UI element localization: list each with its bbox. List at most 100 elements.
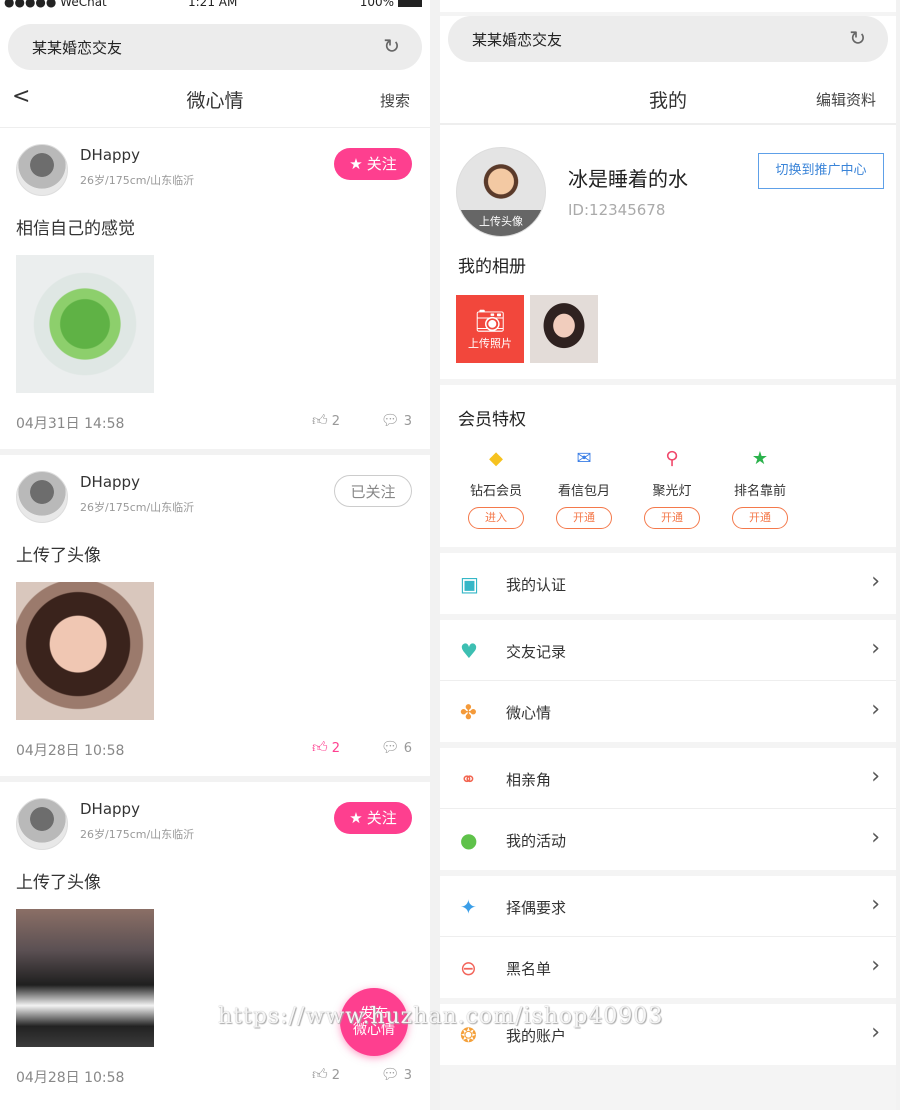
profile-id: ID:12345678 <box>568 201 666 219</box>
status-bar: ●●●●● WeChat 1:21 AM 100% <box>0 0 430 12</box>
avatar[interactable] <box>16 798 68 850</box>
thumbs-up-icon: 👍︎ <box>312 738 328 756</box>
post-time: 04月28日 10:58 <box>16 1070 125 1086</box>
like-button[interactable]: 👍︎ 2 <box>312 738 340 757</box>
upload-photo-label: 上传照片 <box>468 337 512 350</box>
comment-button[interactable]: 💬︎ 6 <box>381 738 412 756</box>
menu-item-moments[interactable]: ✤ 微心情 › <box>440 681 896 742</box>
profile-name: 冰是睡着的水 <box>568 167 688 191</box>
menu-item-matchmaking[interactable]: ⚭ 相亲角 › <box>440 748 896 809</box>
follow-button[interactable]: ★ 关注 <box>334 148 412 180</box>
post-footer: 04月31日 14:58 👍︎ 2 💬︎ 3 <box>16 393 414 449</box>
refresh-icon[interactable]: ↻ <box>849 26 866 50</box>
album-section: 我的相册 📷︎ 上传照片 <box>440 248 896 379</box>
couple-icon: ⚭ <box>460 767 477 791</box>
chevron-right-icon: › <box>871 569 880 594</box>
post-footer: 04月28日 10:58 👍︎ 2 💬︎ 3 <box>16 1047 414 1103</box>
thumbs-up-icon: 👍︎ <box>312 411 328 429</box>
avatar[interactable] <box>16 471 68 523</box>
refresh-icon[interactable]: ↻ <box>383 34 400 58</box>
menu-group: ✦ 择偶要求 › ⊖ 黑名单 › <box>440 876 896 998</box>
comment-button[interactable]: 💬︎ 3 <box>381 411 412 429</box>
post-username[interactable]: DHappy <box>80 800 140 818</box>
blocked-user-icon: ⊖ <box>460 956 477 980</box>
mail-icon: ✉ <box>576 448 592 469</box>
comment-count: 3 <box>403 414 412 429</box>
menu-item-activities[interactable]: ● 我的活动 › <box>440 809 896 870</box>
menu-label: 我的活动 <box>506 832 567 850</box>
menu-item-friend-records[interactable]: ♥ 交友记录 › <box>440 620 896 681</box>
like-button[interactable]: 👍︎ 2 <box>312 1065 340 1084</box>
post-user-meta: 26岁/175cm/山东临沂 <box>80 174 195 187</box>
album-photo[interactable] <box>530 295 598 363</box>
menu-item-blacklist[interactable]: ⊖ 黑名单 › <box>440 937 896 998</box>
battery-icon <box>398 0 422 7</box>
nav-bar: < 微心情 搜索 <box>0 70 430 128</box>
menu-label: 择偶要求 <box>506 899 567 917</box>
star-icon: ★ <box>751 448 769 469</box>
edit-profile-button[interactable]: 编辑资料 <box>816 89 876 110</box>
menu-item-preferences[interactable]: ✦ 择偶要求 › <box>440 876 896 937</box>
pinwheel-icon: ✤ <box>460 700 477 724</box>
upload-photo-button[interactable]: 📷︎ 上传照片 <box>456 295 524 363</box>
chevron-right-icon: › <box>871 825 880 850</box>
comment-count: 3 <box>403 1068 412 1083</box>
follow-label: 关注 <box>366 155 397 173</box>
thumbs-up-icon: 👍︎ <box>312 1065 328 1083</box>
post-time: 04月31日 14:58 <box>16 416 125 432</box>
chevron-right-icon: › <box>871 953 880 978</box>
vip-item-mail[interactable]: ✉ 看信包月 开通 <box>540 448 628 529</box>
comment-button[interactable]: 💬︎ 3 <box>381 1065 412 1083</box>
like-count: 2 <box>331 741 340 756</box>
post-image[interactable] <box>16 582 154 720</box>
vip-item-rank[interactable]: ★ 排名靠前 开通 <box>716 448 804 529</box>
address-wrap: 某某婚恋交友 ↻ <box>440 16 896 72</box>
menu-item-verification[interactable]: ▣ 我的认证 › <box>440 553 896 614</box>
id-card-icon: ▣ <box>460 572 479 596</box>
search-button[interactable]: 搜索 <box>380 90 410 111</box>
avatar[interactable] <box>16 144 68 196</box>
following-button[interactable]: 已关注 <box>334 475 412 507</box>
menu-group: ⚭ 相亲角 › ● 我的活动 › <box>440 748 896 870</box>
address-bar[interactable]: 某某婚恋交友 ↻ <box>8 24 422 70</box>
like-button[interactable]: 👍︎ 2 <box>312 411 340 430</box>
battery-label: 100% <box>359 0 394 9</box>
post-footer: 04月28日 10:58 👍︎ 2 💬︎ 6 <box>16 720 414 776</box>
vip-item-spotlight[interactable]: ⚲ 聚光灯 开通 <box>628 448 716 529</box>
feed-screen: ●●●●● WeChat 1:21 AM 100% 某某婚恋交友 ↻ < 微心情… <box>0 0 430 1110</box>
comment-icon: 💬︎ <box>380 738 400 756</box>
post-username[interactable]: DHappy <box>80 473 140 491</box>
post-image[interactable] <box>16 909 154 1047</box>
chevron-right-icon: › <box>871 764 880 789</box>
profile-header: 上传头像 冰是睡着的水 ID:12345678 切换到推广中心 <box>440 124 896 248</box>
chevron-right-icon: › <box>871 636 880 661</box>
post-username[interactable]: DHappy <box>80 146 140 164</box>
chevron-right-icon: › <box>871 1020 880 1045</box>
vip-open-button[interactable]: 开通 <box>644 507 700 529</box>
vip-label: 聚光灯 <box>652 484 692 499</box>
watermark-text: https://www.huzhan.com/ishop40903 <box>218 1004 664 1029</box>
chevron-right-icon: › <box>871 892 880 917</box>
feed-post: DHappy 26岁/175cm/山东临沂 已关注 上传了头像 04月28日 1… <box>0 455 430 776</box>
star-icon: ★ <box>349 155 363 173</box>
vip-open-button[interactable]: 开通 <box>556 507 612 529</box>
vip-section: 会员特权 ◆ 钻石会员 进入 ✉ 看信包月 开通 ⚲ 聚光灯 开通 ★ 排名靠前… <box>440 379 896 547</box>
comment-icon: 💬︎ <box>380 1065 400 1083</box>
post-image[interactable] <box>16 255 154 393</box>
address-title: 某某婚恋交友 <box>32 39 123 57</box>
camera-icon: 📷︎ <box>474 307 506 335</box>
address-bar[interactable]: 某某婚恋交友 ↻ <box>448 16 888 62</box>
avatar[interactable]: 上传头像 <box>456 147 546 237</box>
upload-avatar-label[interactable]: 上传头像 <box>457 210 545 236</box>
vip-open-button[interactable]: 开通 <box>732 507 788 529</box>
post-time: 04月28日 10:58 <box>16 743 125 759</box>
vip-item-diamond[interactable]: ◆ 钻石会员 进入 <box>452 448 540 529</box>
balloons-icon: ● <box>460 828 478 852</box>
like-count: 2 <box>331 1068 340 1083</box>
battery-indicator: 100% <box>360 0 422 9</box>
handshake-icon: ♥ <box>460 639 478 663</box>
vip-enter-button[interactable]: 进入 <box>468 507 524 529</box>
switch-to-promo-button[interactable]: 切换到推广中心 <box>758 153 884 189</box>
star-icon: ★ <box>349 809 363 827</box>
follow-button[interactable]: ★ 关注 <box>334 802 412 834</box>
